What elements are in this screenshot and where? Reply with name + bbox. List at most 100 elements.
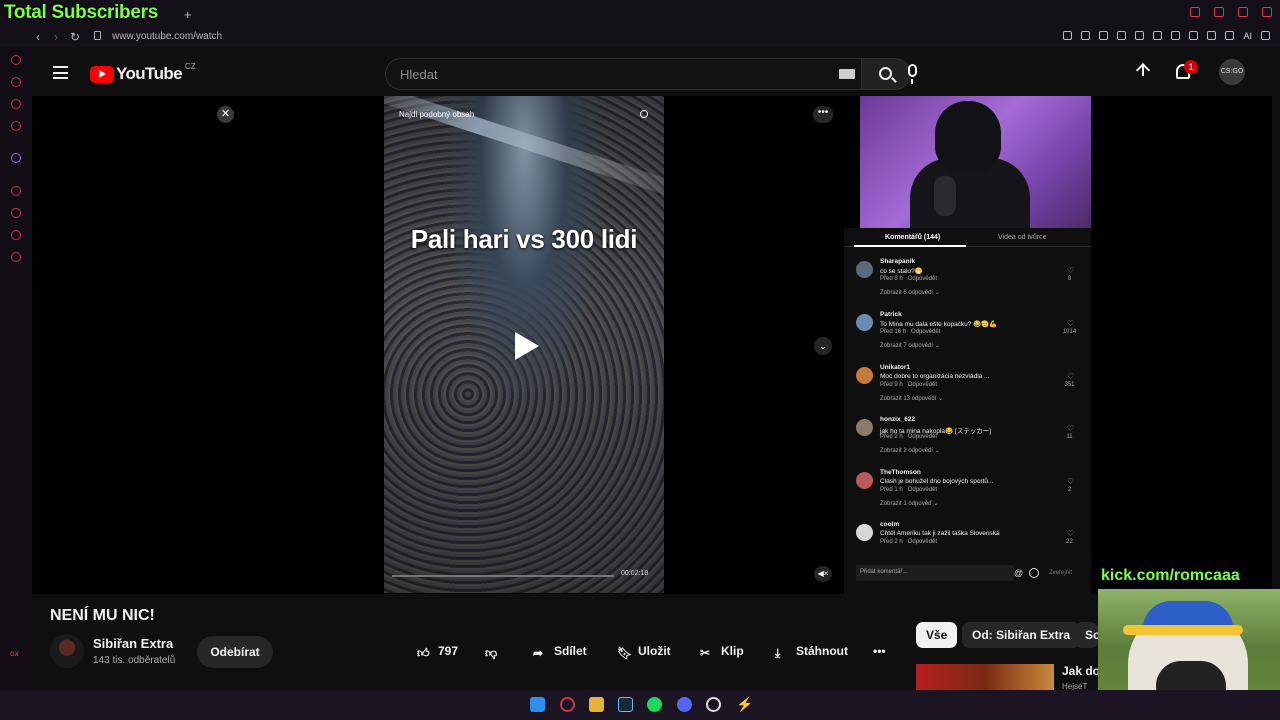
sidebar-messenger-icon[interactable] (11, 99, 21, 109)
comment-author[interactable]: TheThomson (880, 469, 921, 476)
sidebar-twitch-icon[interactable] (11, 153, 21, 163)
comment-avatar[interactable] (856, 524, 873, 541)
windows-start-icon[interactable] (530, 697, 545, 712)
youtube-logo[interactable]: YouTube CZ (90, 62, 196, 84)
shield-icon[interactable] (1117, 31, 1127, 40)
related-video-title[interactable]: Jak dop (1062, 664, 1098, 678)
back-icon[interactable]: ‹ (36, 30, 40, 44)
like-heart-icon[interactable]: ♡ (1067, 266, 1074, 275)
wallet-icon[interactable] (1189, 31, 1199, 40)
reply-button[interactable]: Odpovědět (908, 539, 937, 545)
view-replies[interactable]: Zobrazit 7 odpovědí ⌄ (880, 342, 940, 349)
comment-author[interactable]: coolm (880, 521, 899, 528)
chip-related[interactable]: So (1075, 622, 1098, 648)
comment-author[interactable]: Sharapanik (880, 258, 915, 265)
steam-icon[interactable] (618, 697, 633, 712)
sidebar-settings-icon[interactable] (11, 252, 21, 262)
bookmark-icon[interactable] (1081, 31, 1091, 40)
share-button[interactable]: ➦ Sdílet (533, 643, 587, 660)
like-heart-icon[interactable]: ♡ (1067, 529, 1074, 538)
maximize-icon[interactable] (1238, 7, 1248, 17)
chip-from-channel[interactable]: Od: Sibiřan Extra (962, 622, 1081, 648)
comment-avatar[interactable] (856, 314, 873, 331)
spotify-icon[interactable] (647, 697, 662, 712)
clip-button[interactable]: ✂ Klip (700, 643, 744, 660)
sidebar-bag-icon[interactable] (11, 77, 21, 87)
download-button[interactable]: ⤓ Stáhnout (775, 643, 848, 660)
menu-icon[interactable] (1261, 31, 1270, 40)
menu-hamburger-icon[interactable] (53, 66, 68, 79)
dislike-button[interactable]: 👎︎ (485, 643, 506, 660)
opera-icon[interactable] (706, 697, 721, 712)
reply-button[interactable]: Odpovědět (908, 434, 937, 440)
search-button[interactable] (861, 58, 911, 90)
sidebar-chat-icon[interactable] (11, 230, 21, 240)
channel-avatar[interactable] (50, 634, 84, 668)
lightning-app-icon[interactable]: ⚡ (736, 697, 753, 712)
chevron-down-icon[interactable]: ⌄ (814, 337, 832, 355)
chip-all[interactable]: Vše (916, 622, 958, 648)
related-video-thumbnail[interactable] (916, 664, 1054, 690)
view-replies[interactable]: Zobrazit 1 odpověď ⌄ (880, 500, 938, 507)
save-button[interactable]: 🔖︎ Uložit (617, 643, 671, 660)
post-comment-button[interactable]: Zveřejnit (1049, 570, 1072, 576)
search-icon[interactable] (1190, 7, 1200, 17)
reply-button[interactable]: Odpovědět (911, 329, 940, 335)
play-icon[interactable] (515, 332, 539, 360)
upload-icon[interactable] (1136, 62, 1150, 80)
comment-author[interactable]: Unikator1 (880, 364, 910, 371)
mute-icon[interactable]: ◀× (814, 566, 832, 582)
comment-author[interactable]: honzix_622 (880, 416, 915, 423)
comment-avatar[interactable] (856, 367, 873, 384)
url-field[interactable]: www.youtube.com/watch (112, 31, 222, 42)
heart-icon[interactable] (1153, 31, 1163, 40)
subscribe-button[interactable]: Odebírat (197, 636, 273, 668)
sidebar-player-icon[interactable] (11, 186, 21, 196)
snapshot-icon[interactable] (1099, 31, 1109, 40)
extensions-icon[interactable] (1171, 31, 1181, 40)
sidebar-speed-dial-icon[interactable] (11, 55, 21, 65)
view-replies[interactable]: Zobrazit 13 odpovědí ⌄ (880, 395, 943, 402)
forward-icon[interactable]: › (54, 30, 58, 44)
view-replies[interactable]: Zobrazit 2 odpovědí ⌄ (880, 447, 940, 454)
download-icon[interactable] (1225, 31, 1235, 40)
tab-comments[interactable]: Komentářů (144) (885, 234, 940, 241)
reply-button[interactable]: Odpovědět (908, 382, 937, 388)
add-comment-input[interactable]: Přidat komentář... (856, 565, 1014, 581)
like-heart-icon[interactable]: ♡ (1067, 319, 1074, 328)
view-replies[interactable]: Zobrazit 6 odpovědí ⌄ (880, 289, 940, 296)
profile-icon[interactable] (1207, 31, 1217, 40)
zoom-icon[interactable] (1063, 31, 1073, 40)
comment-avatar[interactable] (856, 419, 873, 436)
minimize-icon[interactable] (1214, 7, 1224, 17)
search-input[interactable]: Hledat (385, 58, 861, 90)
emoji-icon[interactable] (1029, 568, 1039, 578)
find-similar-label[interactable]: Najdi podobný obsah (399, 110, 474, 119)
new-tab-button[interactable]: + (184, 7, 192, 22)
ai-button[interactable]: AI (1243, 31, 1252, 41)
channel-name[interactable]: Sibiřan Extra (93, 636, 173, 651)
account-avatar[interactable]: CS:GO (1219, 59, 1245, 85)
sidebar-history-icon[interactable] (11, 208, 21, 218)
reply-button[interactable]: Odpovědět (908, 276, 937, 282)
comment-avatar[interactable] (856, 472, 873, 489)
tab-creator-videos[interactable]: Videa od tvůrce (998, 234, 1047, 241)
comment-avatar[interactable] (856, 261, 873, 278)
file-explorer-icon[interactable] (589, 697, 604, 712)
like-button[interactable]: 👍︎ 797 (417, 643, 458, 660)
keyboard-icon[interactable] (839, 69, 855, 79)
player-icon[interactable] (1135, 31, 1145, 40)
comment-author[interactable]: Patrick (880, 311, 902, 318)
like-heart-icon[interactable]: ♡ (1067, 477, 1074, 486)
like-heart-icon[interactable]: ♡ (1067, 372, 1074, 381)
close-icon[interactable]: ✕ (217, 106, 234, 123)
discord-icon[interactable] (677, 697, 692, 712)
reply-button[interactable]: Odpovědět (908, 487, 937, 493)
opera-gx-icon[interactable] (560, 697, 575, 712)
close-window-icon[interactable] (1262, 7, 1272, 17)
sidebar-news-icon[interactable] (11, 121, 21, 131)
more-options-icon[interactable]: ••• (813, 106, 833, 123)
mention-icon[interactable]: @ (1014, 568, 1023, 578)
more-actions-button[interactable]: ••• (873, 643, 886, 660)
lens-search-icon[interactable] (640, 110, 648, 118)
